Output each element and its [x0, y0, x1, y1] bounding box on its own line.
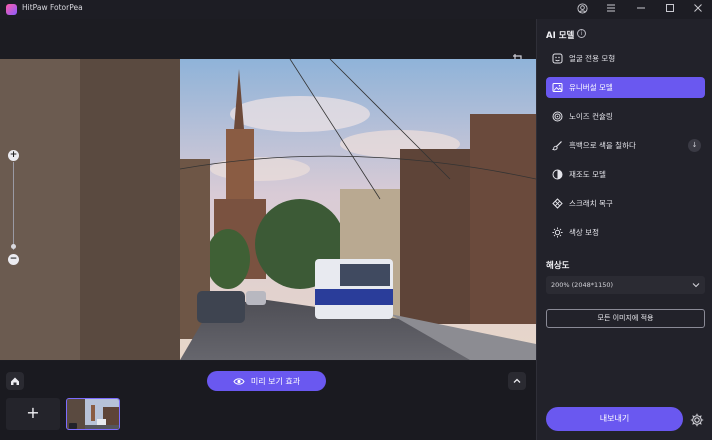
model-label: 흑백으로 색을 칠하다	[569, 141, 636, 150]
model-denoise[interactable]: 노이즈 컨슐링	[546, 106, 705, 127]
face-icon	[551, 53, 563, 65]
image-badge-icon	[69, 423, 77, 429]
resolution-select[interactable]: 200% (2048*1150)	[546, 276, 705, 294]
menu-icon[interactable]	[604, 3, 617, 16]
close-icon[interactable]	[691, 3, 704, 16]
brush-icon	[551, 140, 563, 152]
title-bar: HitPaw FotorPea	[0, 0, 712, 19]
scratch-icon	[551, 198, 563, 210]
app-window: HitPaw FotorPea + − 미리 보기 효과 + AI 모델 i 얼…	[0, 0, 712, 440]
chevron-up-icon	[513, 378, 521, 383]
sun-icon	[551, 227, 563, 239]
app-logo-icon	[6, 4, 17, 15]
canvas-area: + −	[0, 19, 536, 361]
preview-image	[0, 59, 536, 360]
resolution-value: 200% (2048*1150)	[551, 281, 614, 289]
model-colorize[interactable]: 흑백으로 색을 칠하다 ↓	[546, 135, 705, 156]
info-icon[interactable]: i	[577, 29, 586, 38]
apply-to-all-button[interactable]: 모든 이미지에 적용	[546, 309, 705, 328]
zoom-control: + −	[8, 150, 19, 265]
app-title: HitPaw FotorPea	[22, 3, 83, 12]
minimize-icon[interactable]	[634, 3, 647, 16]
resolution-title: 해상도	[546, 261, 570, 271]
add-image-button[interactable]: +	[6, 398, 60, 430]
gear-icon	[690, 413, 704, 427]
model-label: 노이즈 컨슐링	[569, 112, 613, 121]
denoise-icon	[551, 111, 563, 123]
plus-icon: +	[26, 403, 40, 422]
download-icon[interactable]: ↓	[688, 139, 701, 152]
model-label: 색상 보정	[569, 228, 599, 237]
home-button[interactable]	[6, 372, 24, 390]
maximize-icon[interactable]	[663, 3, 676, 16]
preview-effect-button[interactable]: 미리 보기 효과	[207, 371, 326, 391]
export-button[interactable]: 내보내기	[546, 407, 683, 431]
settings-button[interactable]	[690, 412, 704, 427]
image-icon	[551, 82, 563, 94]
eye-icon	[233, 377, 245, 385]
zoom-in-button[interactable]: +	[8, 150, 19, 161]
model-label: 얼굴 전용 모형	[569, 54, 616, 63]
preview-effect-label: 미리 보기 효과	[250, 376, 301, 386]
model-universal[interactable]: 유니버설 모델	[546, 77, 705, 98]
bottom-toolbar: 미리 보기 효과 +	[0, 361, 536, 440]
account-icon[interactable]	[576, 3, 589, 16]
model-label: 유니버설 모델	[569, 83, 613, 92]
zoom-out-button[interactable]: −	[8, 254, 19, 265]
chevron-down-icon	[692, 276, 700, 301]
model-color-correction[interactable]: 색상 보정	[546, 222, 705, 243]
zoom-slider-handle[interactable]	[11, 244, 16, 249]
zoom-slider-track[interactable]	[13, 162, 14, 250]
contrast-icon	[551, 169, 563, 181]
ai-model-panel: AI 모델 i 얼굴 전용 모형 유니버설 모델 노이즈 컨슐링 흑백으로 색을	[537, 19, 712, 440]
model-label: 재조도 모델	[569, 170, 606, 179]
model-scratch-repair[interactable]: 스크래치 복구	[546, 193, 705, 214]
model-label: 스크래치 복구	[569, 199, 613, 208]
image-thumbnail[interactable]	[66, 398, 120, 430]
home-icon	[11, 377, 19, 385]
collapse-thumbnails-button[interactable]	[508, 372, 526, 390]
panel-title: AI 모델	[546, 31, 575, 41]
model-face[interactable]: 얼굴 전용 모형	[546, 48, 705, 69]
model-low-light[interactable]: 재조도 모델	[546, 164, 705, 185]
